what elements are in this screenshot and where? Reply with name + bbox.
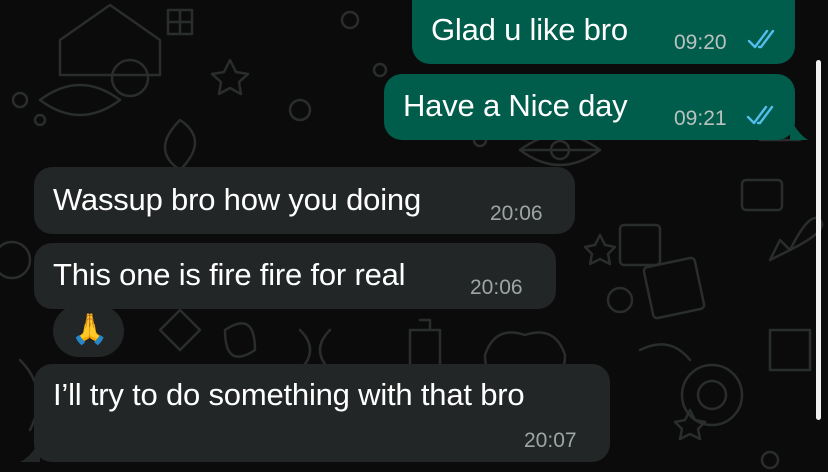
double-check-icon (746, 105, 774, 125)
message-time: 20:07 (524, 429, 577, 452)
message-time: 09:20 (674, 31, 727, 54)
message-text: I’ll try to do something with that bro (53, 377, 525, 412)
message-text: Glad u like bro (431, 12, 628, 47)
message-text: Wassup bro how you doing (53, 182, 421, 217)
message-time: 20:06 (470, 276, 523, 299)
message-bubble-outgoing[interactable]: Glad u like bro 09:20 (412, 0, 795, 64)
bubble-tail (790, 118, 808, 140)
message-time: 20:06 (490, 202, 543, 225)
message-bubble-incoming[interactable]: Wassup bro how you doing 20:06 (34, 167, 575, 234)
message-text: Have a Nice day (403, 88, 628, 123)
message-time: 09:21 (674, 107, 727, 130)
message-bubble-incoming[interactable]: I’ll try to do something with that bro 2… (34, 364, 610, 462)
message-bubble-incoming[interactable]: 🙏 (53, 305, 124, 357)
emoji-message: 🙏 (71, 313, 109, 346)
double-check-icon (747, 29, 775, 49)
bubble-tail (20, 440, 40, 462)
message-text: This one is fire fire for real (53, 257, 406, 292)
message-bubble-incoming[interactable]: This one is fire fire for real 20:06 (34, 243, 556, 309)
message-bubble-outgoing[interactable]: Have a Nice day 09:21 (384, 74, 795, 140)
scrollbar[interactable] (816, 60, 821, 420)
